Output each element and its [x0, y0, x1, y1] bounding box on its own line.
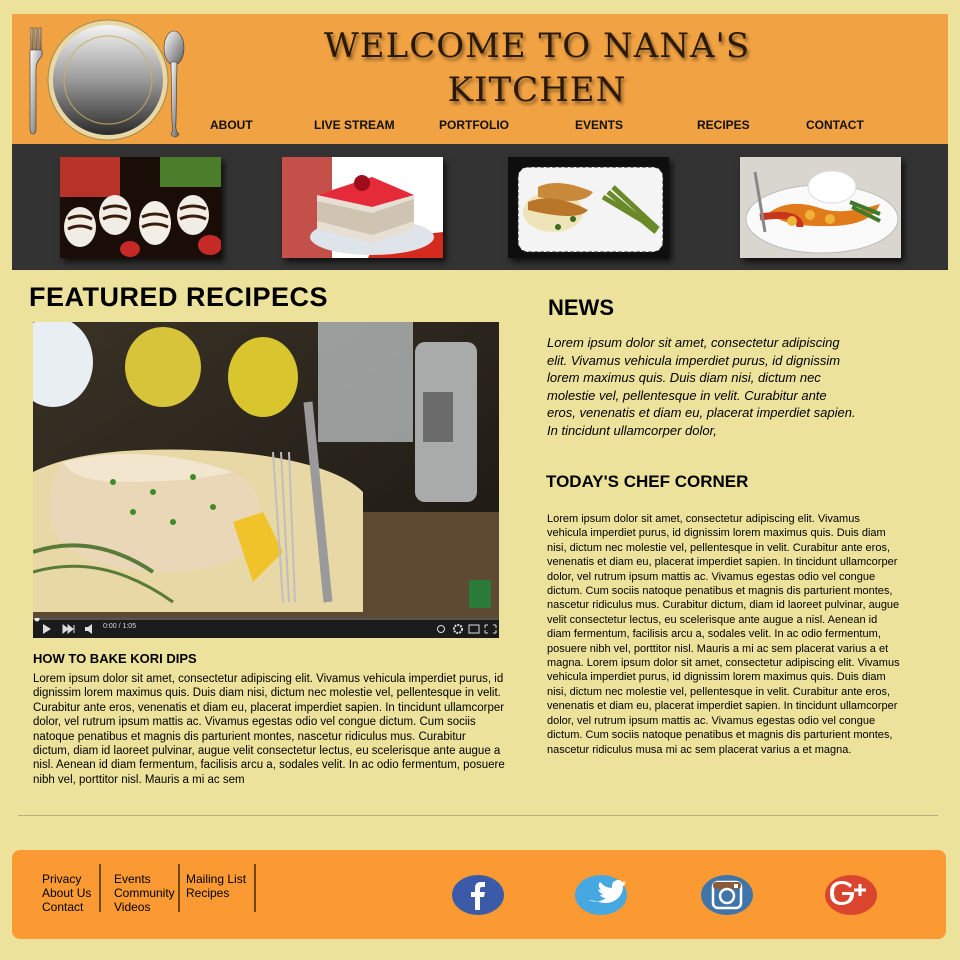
play-icon[interactable] — [43, 624, 51, 634]
captions-icon[interactable] — [437, 625, 445, 633]
facebook-icon[interactable] — [451, 874, 505, 916]
footer-link-videos[interactable]: Videos — [114, 900, 175, 914]
footer-link-recipes[interactable]: Recipes — [186, 886, 246, 900]
cheesecake-photo[interactable] — [282, 157, 443, 258]
news-title: NEWS — [548, 295, 614, 320]
footer-link-privacy[interactable]: Privacy — [42, 872, 91, 886]
food-gallery — [12, 144, 948, 270]
nav-about[interactable]: ABOUT — [210, 118, 253, 132]
knorr-logo — [469, 580, 491, 608]
footer-separator — [254, 864, 256, 912]
instagram-icon[interactable] — [700, 874, 754, 916]
chicken-asparagus-photo[interactable] — [508, 157, 669, 258]
google-plus-icon[interactable] — [824, 874, 878, 916]
site-header: WELCOME TO NANA'S KITCHEN ABOUT LIVE STR… — [12, 14, 948, 144]
recipe-description: Lorem ipsum dolor sit amet, consectetur … — [33, 673, 505, 786]
news-body: Lorem ipsum dolor sit amet, consectetur … — [547, 335, 856, 438]
settings-gear-icon[interactable] — [453, 624, 463, 634]
footer-separator — [99, 864, 101, 912]
chef-corner-title: TODAY'S CHEF CORNER — [546, 472, 749, 491]
footer-column-3: Mailing List Recipes — [186, 872, 246, 900]
nav-recipes[interactable]: RECIPES — [697, 118, 750, 132]
next-icon[interactable] — [62, 623, 75, 635]
video-time: 0:00 / 1:05 — [103, 623, 137, 630]
main-nav: ABOUT LIVE STREAM PORTFOLIO EVENTS RECIP… — [12, 118, 948, 140]
footer-link-mailing-list[interactable]: Mailing List — [186, 872, 246, 886]
footer-column-2: Events Community Videos — [114, 872, 175, 914]
video-frame[interactable] — [33, 322, 499, 618]
footer-link-contact[interactable]: Contact — [42, 900, 91, 914]
nav-events[interactable]: EVENTS — [575, 118, 623, 132]
footer-link-community[interactable]: Community — [114, 886, 175, 900]
recipe-video-player[interactable]: 0:00 / 1:05 — [33, 322, 499, 638]
nav-portfolio[interactable]: PORTFOLIO — [439, 118, 509, 132]
shrimp-rice-plate-photo[interactable] — [740, 157, 901, 258]
nav-live-stream[interactable]: LIVE STREAM — [314, 118, 395, 132]
chocolate-strawberries-photo[interactable] — [60, 157, 221, 258]
twitter-icon[interactable] — [574, 874, 628, 916]
footer-link-about-us[interactable]: About Us — [42, 886, 91, 900]
site-title: WELCOME TO NANA'S KITCHEN — [272, 24, 802, 112]
volume-icon[interactable] — [85, 624, 92, 634]
footer-column-1: Privacy About Us Contact — [42, 872, 91, 914]
footer-divider — [18, 815, 938, 816]
video-controls: 0:00 / 1:05 — [33, 616, 499, 638]
site-title-line-1: WELCOME TO NANA'S — [323, 26, 751, 66]
theater-mode-icon[interactable] — [468, 624, 480, 634]
nav-contact[interactable]: CONTACT — [806, 118, 864, 132]
footer-link-events[interactable]: Events — [114, 872, 175, 886]
footer-separator — [178, 864, 180, 912]
seek-handle[interactable] — [34, 616, 40, 622]
fullscreen-icon[interactable] — [484, 624, 497, 634]
chef-corner-body: Lorem ipsum dolor sit amet, consectetur … — [547, 513, 900, 756]
recipe-title: HOW TO BAKE KORI DIPS — [33, 651, 197, 666]
featured-title: FEATURED RECIPECS — [29, 282, 329, 312]
site-footer: Privacy About Us Contact Events Communit… — [12, 850, 946, 939]
site-title-line-2: KITCHEN — [447, 70, 627, 110]
